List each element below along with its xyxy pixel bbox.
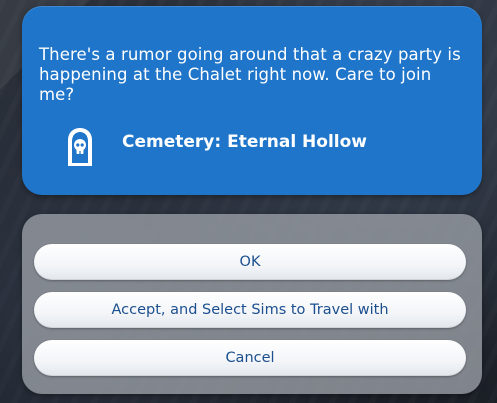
- notification-message: There's a rumor going around that a craz…: [39, 45, 461, 104]
- cancel-button[interactable]: Cancel: [34, 340, 466, 376]
- accept-select-sims-button[interactable]: Accept, and Select Sims to Travel with: [34, 292, 466, 328]
- venue-row: Cemetery: Eternal Hollow: [64, 126, 367, 168]
- venue-label: Cemetery: Eternal Hollow: [122, 132, 368, 152]
- response-panel: OK Accept, and Select Sims to Travel wit…: [22, 214, 482, 394]
- notification-bubble: There's a rumor going around that a craz…: [22, 6, 482, 195]
- ok-button[interactable]: OK: [34, 244, 466, 280]
- gravestone-skull-icon: [68, 128, 92, 166]
